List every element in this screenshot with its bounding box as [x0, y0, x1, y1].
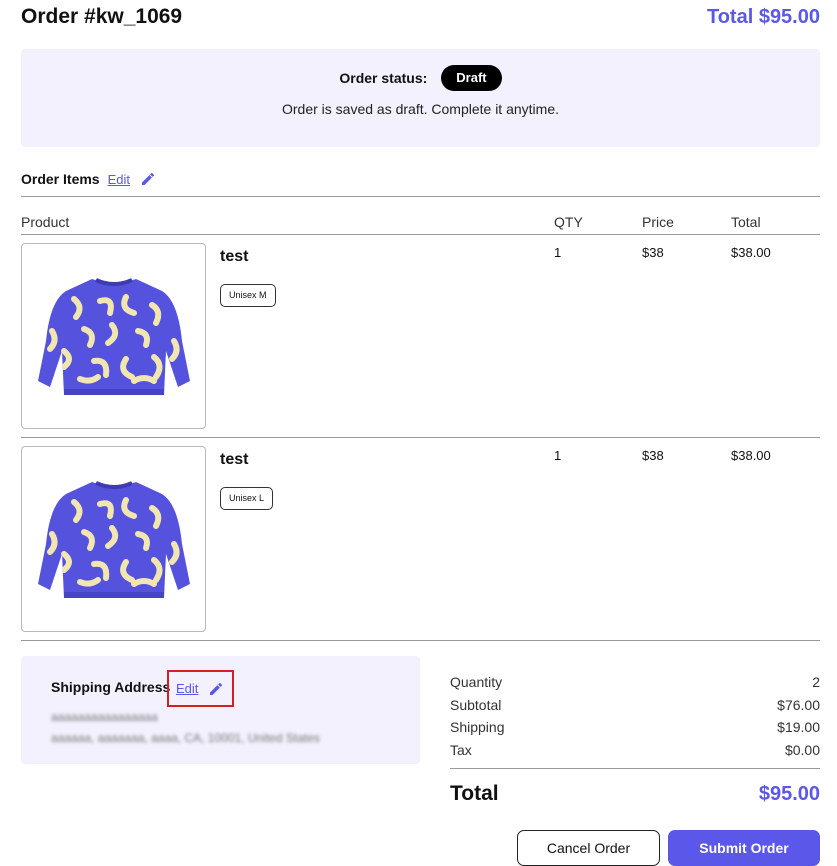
product-name: test [220, 248, 249, 265]
grand-total-label: Total [450, 782, 499, 805]
divider [21, 234, 820, 235]
item-total: $38.00 [731, 448, 771, 463]
summary-row: Quantity 2 [450, 672, 820, 695]
product-thumbnail[interactable] [21, 446, 206, 632]
summary-row: Tax $0.00 [450, 740, 820, 763]
summary-label: Shipping [450, 719, 505, 735]
summary-label: Subtotal [450, 696, 502, 713]
order-status-panel: Order status: Draft Order is saved as dr… [21, 49, 820, 147]
header-total: Total $95.00 [706, 5, 820, 28]
status-row: Order status: Draft [21, 65, 820, 91]
shipping-edit-highlight: Edit [167, 670, 234, 707]
summary-value: $19.00 [777, 719, 820, 735]
submit-order-button[interactable]: Submit Order [668, 830, 820, 866]
cancel-order-button[interactable]: Cancel Order [517, 830, 660, 866]
pencil-icon[interactable] [140, 171, 156, 187]
item-price: $38 [642, 448, 664, 463]
table-row: test Unisex L 1 $38 $38.00 [21, 446, 820, 636]
order-summary: Quantity 2 Subtotal $76.00 Shipping $19.… [450, 672, 820, 762]
shipping-address-title: Shipping Address [51, 679, 171, 695]
sweater-image [37, 481, 190, 598]
shipping-edit-link[interactable]: Edit [176, 681, 198, 696]
column-total: Total [731, 214, 761, 230]
sweater-image [37, 278, 190, 395]
divider [21, 196, 820, 197]
order-title: Order #kw_1069 [21, 5, 183, 28]
status-label: Order status: [339, 70, 428, 86]
divider [21, 437, 820, 438]
order-items-heading: Order Items Edit [21, 170, 156, 188]
variant-badge: Unisex L [220, 487, 274, 510]
variant-badge: Unisex M [220, 284, 276, 307]
product-thumbnail[interactable] [21, 243, 206, 429]
column-qty: QTY [554, 214, 583, 230]
summary-value: $0.00 [784, 741, 820, 758]
table-row: test Unisex M 1 $38 $38.00 [21, 243, 820, 433]
shipping-name-blurred: aaaaaaaaaaaaaaaa [51, 710, 158, 724]
summary-row: Shipping $19.00 [450, 717, 820, 740]
divider [21, 640, 820, 641]
summary-value: $76.00 [777, 696, 820, 713]
divider [450, 768, 820, 769]
column-price: Price [642, 214, 674, 230]
order-header: Order #kw_1069 Total $95.00 [21, 4, 820, 30]
status-message: Order is saved as draft. Complete it any… [282, 101, 559, 117]
product-name: test [220, 451, 249, 468]
column-product: Product [21, 214, 70, 230]
item-price: $38 [642, 245, 664, 260]
summary-label: Tax [450, 741, 472, 758]
pencil-icon[interactable] [208, 681, 224, 697]
item-qty: 1 [554, 245, 562, 260]
item-total: $38.00 [731, 245, 771, 260]
grand-total-value: $95.00 [758, 782, 820, 805]
summary-label: Quantity [450, 674, 503, 690]
order-items-edit-link[interactable]: Edit [108, 172, 130, 187]
summary-value: 2 [812, 674, 820, 690]
shipping-address-blurred: aaaaaa, aaaaaaa, aaaa, CA, 10001, United… [51, 731, 320, 745]
status-badge: Draft [441, 65, 502, 91]
shipping-address-panel: Shipping Address Edit aaaaaaaaaaaaaaaa a… [21, 656, 420, 764]
item-qty: 1 [554, 448, 562, 463]
summary-row: Subtotal $76.00 [450, 695, 820, 718]
order-items-title: Order Items [21, 171, 100, 187]
grand-total: Total $95.00 [450, 782, 820, 806]
